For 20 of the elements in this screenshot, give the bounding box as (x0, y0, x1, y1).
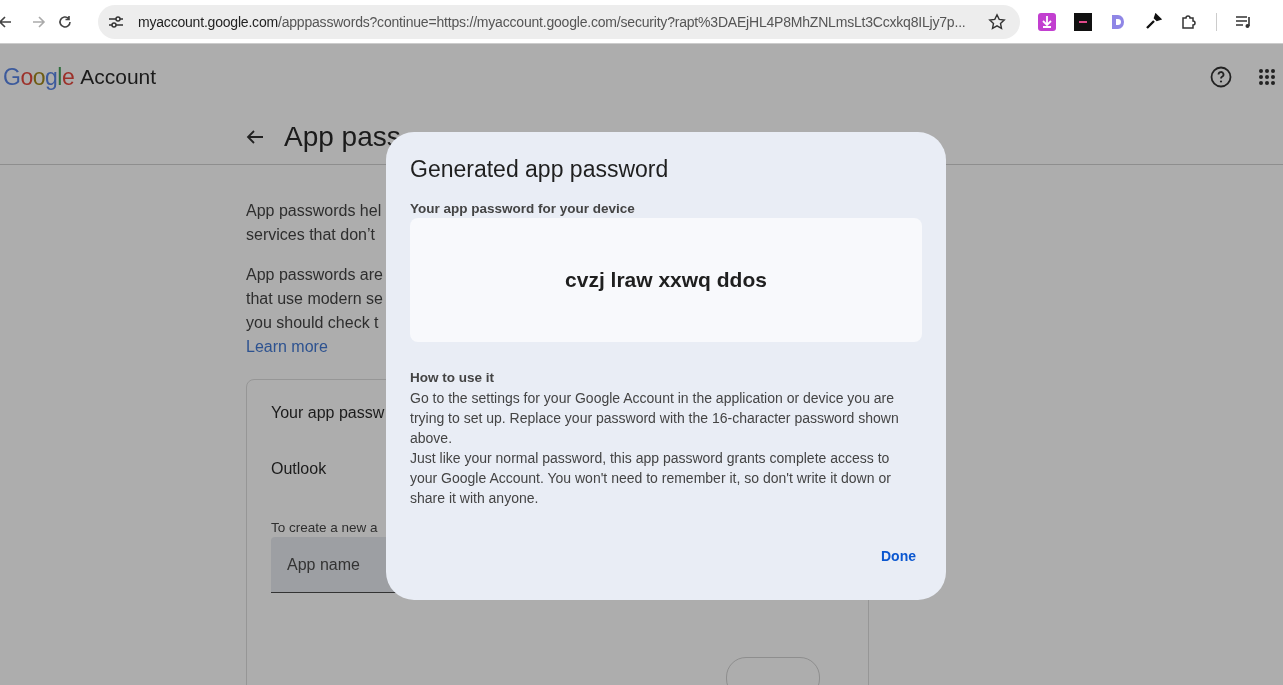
google-logo[interactable]: Google (3, 63, 75, 91)
address-bar[interactable]: myaccount.google.com/apppasswords?continue=https://myaccount.google.com/security?rapt%3DAEjHL4P8MhZNLmsLt3Ccxkq8ILjy7p... (98, 4, 1020, 39)
dialog-title: Generated app password (410, 156, 670, 183)
done-button[interactable]: Done (867, 542, 930, 570)
instruction-text: Go to the settings for your Google Account in the application or device you are trying to set up. Replace your password with the 16-character password shown above. (410, 389, 900, 448)
instruction-text: Just like your normal password, this app password grants complete access to your Google Account. You won't need to remember it, so don't write it down or share it with anyone. (410, 449, 892, 508)
intro-text-line: App passwords hel (246, 201, 382, 221)
hint-text: To create a new a (271, 520, 378, 535)
how-to-heading: How to use it (410, 369, 495, 387)
product-name: Account (80, 65, 157, 89)
url-text: myaccount.google.com/apppasswords?continue=https://myaccount.google.com/security?rapt%3DAEjHL4P8MhZNLmsLt3Ccxkq8ILjy7p... (138, 13, 967, 30)
app-entry[interactable]: Outlook (271, 460, 327, 478)
password-label: Your app password for your device (410, 201, 636, 216)
learn-more-link[interactable]: Learn more (246, 335, 328, 359)
card-heading: Your app passw (271, 404, 385, 422)
info-text-line: you should check t (246, 313, 379, 333)
info-text-line: App passwords are (246, 265, 383, 285)
generated-password: cvzj lraw xxwq ddos (565, 268, 767, 292)
info-text-line: that use modern se (246, 289, 383, 309)
intro-text-line: services that don’t (246, 225, 375, 245)
